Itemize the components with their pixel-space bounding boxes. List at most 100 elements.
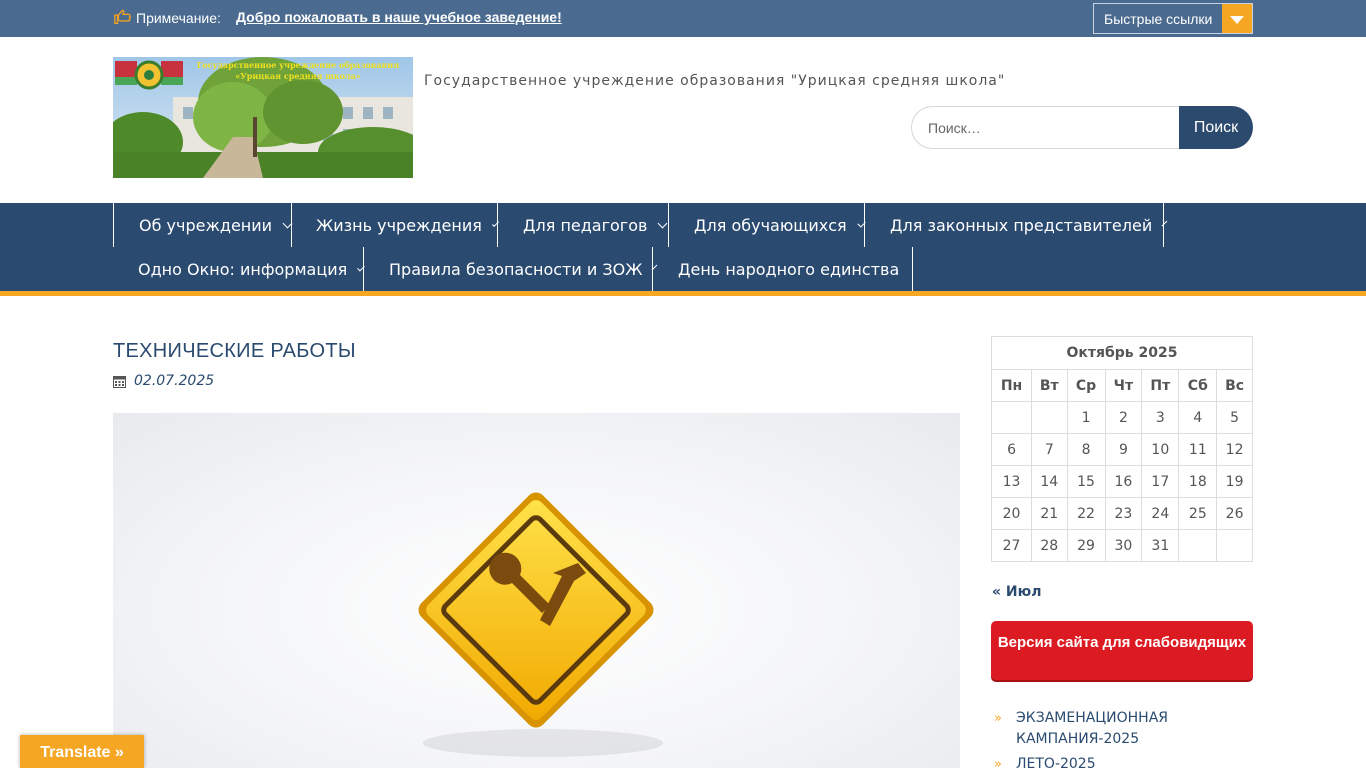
calendar-day: 10	[1141, 433, 1180, 466]
calendar-day: 17	[1141, 465, 1180, 498]
site-logo[interactable]: Государственное учреждение образования «…	[113, 57, 413, 178]
nav-item-label: Для законных представителей	[890, 215, 1153, 235]
calendar-day	[1216, 529, 1253, 562]
calendar-week-row: 27 28 29 30 31	[990, 529, 1253, 562]
calendar-day: 5	[1216, 401, 1253, 434]
calendar-day	[1178, 529, 1218, 562]
under-construction-sign-icon	[418, 492, 663, 757]
weekday: Вс	[1216, 369, 1253, 402]
nav-item-about[interactable]: Об учреждении	[113, 203, 293, 247]
logo-caption-line2: «Урицкая средняя школа»	[235, 71, 360, 81]
nav-item-teachers[interactable]: Для педагогов	[498, 203, 669, 247]
nav-item-life[interactable]: Жизнь учреждения	[292, 203, 500, 247]
page: Примечание: Добро пожаловать в наше учеб…	[0, 0, 1366, 768]
calendar-week-row: 13 14 15 16 17 18 19	[990, 465, 1253, 498]
translate-button[interactable]: Translate »	[20, 735, 144, 768]
quick-links-dropdown[interactable]: Быстрые ссылки	[1093, 3, 1253, 34]
calendar-day: 19	[1216, 465, 1253, 498]
search-input[interactable]	[911, 106, 1183, 149]
calendar-day: 26	[1216, 497, 1253, 530]
sidebar-link-item[interactable]: » ЭКЗАМЕНАЦИОННАЯ КАМПАНИЯ-2025	[992, 708, 1254, 750]
calendar-day: 11	[1178, 433, 1218, 466]
sidebar-link-label: ЭКЗАМЕНАЦИОННАЯ КАМПАНИЯ-2025	[1016, 710, 1169, 747]
calendar-day: 31	[1141, 529, 1180, 562]
nav-accent-stripe	[0, 291, 1366, 296]
search-button[interactable]: Поиск	[1179, 106, 1253, 149]
nav-item-students[interactable]: Для обучающихся	[669, 203, 866, 247]
nav-item-label: День народного единства	[678, 259, 900, 279]
calendar-icon	[113, 376, 126, 388]
calendar-day: 22	[1066, 497, 1106, 530]
calendar-day: 14	[1031, 465, 1068, 498]
nav-item-label: Для обучающихся	[694, 215, 847, 235]
weekday: Пт	[1141, 369, 1180, 402]
calendar-day: 6	[990, 433, 1033, 466]
chevron-down-icon[interactable]	[1222, 4, 1252, 33]
calendar-day: 12	[1216, 433, 1253, 466]
calendar-widget: Октябрь 2025 Пн Вт Ср Чт Пт Сб Вс 1 2 3 …	[990, 336, 1253, 562]
low-vision-version-button[interactable]: Версия сайта для слабовидящих	[991, 621, 1253, 680]
nav-item-one-window[interactable]: Одно Окно: информация	[113, 247, 365, 291]
calendar-week-row: 1 2 3 4 5	[990, 401, 1253, 434]
logo-caption-line1: Государственное учреждение образования	[197, 60, 400, 70]
calendar-day: 1	[1066, 401, 1106, 434]
nav-item-unity-day[interactable]: День народного единства	[653, 247, 913, 291]
calendar-day: 9	[1104, 433, 1143, 466]
calendar-day: 29	[1066, 529, 1106, 562]
sidebar-link-item[interactable]: » ЛЕТО-2025	[992, 754, 1254, 768]
notice-link[interactable]: Добро пожаловать в наше учебное заведени…	[236, 9, 562, 25]
double-chevron-right-icon: »	[994, 757, 1002, 768]
weekday: Ср	[1066, 369, 1106, 402]
weekday: Сб	[1178, 369, 1218, 402]
calendar-day: 16	[1104, 465, 1143, 498]
calendar-day: 15	[1066, 465, 1106, 498]
post-date[interactable]: 02.07.2025	[134, 373, 214, 389]
weekday: Пн	[990, 369, 1033, 402]
calendar-week-row: 6 7 8 9 10 11 12	[990, 433, 1253, 466]
double-chevron-right-icon: »	[994, 711, 1002, 726]
calendar-day: 28	[1031, 529, 1068, 562]
nav-item-label: Правила безопасности и ЗОЖ	[389, 259, 643, 279]
calendar-day: 7	[1031, 433, 1068, 466]
calendar-day: 18	[1178, 465, 1218, 498]
calendar-day: 27	[990, 529, 1033, 562]
nav-item-label: Об учреждении	[139, 215, 273, 235]
site-tagline: Государственное учреждение образования "…	[424, 73, 1006, 89]
calendar-weekday-row: Пн Вт Ср Чт Пт Сб Вс	[990, 369, 1253, 402]
calendar-day: 21	[1031, 497, 1068, 530]
nav-item-label: Жизнь учреждения	[316, 215, 482, 235]
chevron-down-icon	[657, 218, 668, 229]
nav-item-label: Для педагогов	[523, 215, 648, 235]
weekday: Чт	[1104, 369, 1143, 402]
calendar-day: 3	[1141, 401, 1180, 434]
calendar-prev-month-link[interactable]: « Июл	[992, 584, 1042, 600]
belarus-coat-of-arms	[115, 60, 183, 90]
chevron-down-icon	[1161, 220, 1168, 227]
calendar-day: 30	[1104, 529, 1143, 562]
calendar-day: 24	[1141, 497, 1180, 530]
nav-item-label: Одно Окно: информация	[138, 259, 348, 279]
sidebar-links: » ЭКЗАМЕНАЦИОННАЯ КАМПАНИЯ-2025 » ЛЕТО-2…	[992, 708, 1254, 768]
calendar-day: 23	[1104, 497, 1143, 530]
post-featured-image	[113, 413, 960, 768]
calendar-day: 13	[990, 465, 1033, 498]
calendar-day: 8	[1066, 433, 1106, 466]
calendar-day: 25	[1178, 497, 1218, 530]
school-photo: Государственное учреждение образования «…	[113, 57, 413, 178]
nav-item-safety[interactable]: Правила безопасности и ЗОЖ	[364, 247, 658, 291]
calendar-day: 2	[1104, 401, 1143, 434]
main-nav: Об учреждении Жизнь учреждения Для педаг…	[0, 203, 1366, 291]
sidebar-link-label: ЛЕТО-2025	[1016, 756, 1096, 768]
weekday: Вт	[1031, 369, 1068, 402]
nav-item-parents[interactable]: Для законных представителей	[865, 203, 1168, 247]
pointing-hand-icon	[114, 9, 131, 24]
post-title[interactable]: ТЕХНИЧЕСКИЕ РАБОТЫ	[113, 340, 356, 363]
calendar-week-row: 20 21 22 23 24 25 26	[990, 497, 1253, 530]
calendar-day: 4	[1178, 401, 1218, 434]
notice-label: Примечание:	[136, 10, 221, 26]
quick-links-label: Быстрые ссылки	[1104, 11, 1213, 27]
calendar-caption: Октябрь 2025	[991, 336, 1253, 369]
calendar-day	[1031, 401, 1068, 434]
chevron-down-icon	[282, 218, 293, 229]
top-notice-bar: Примечание: Добро пожаловать в наше учеб…	[0, 0, 1366, 37]
